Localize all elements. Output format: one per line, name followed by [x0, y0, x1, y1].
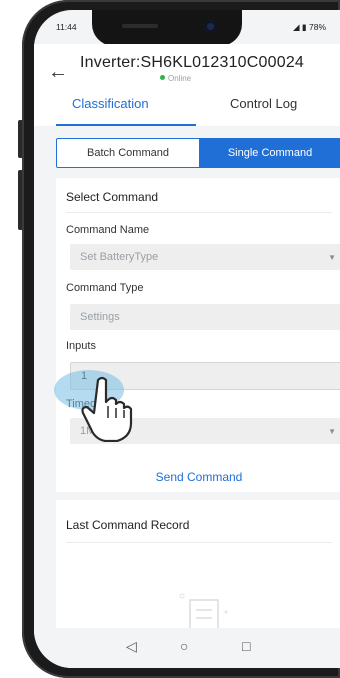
- tab-bar: Classification Control Log: [34, 96, 340, 126]
- clock: 11:44: [56, 22, 77, 32]
- nav-back-icon[interactable]: ◁: [126, 638, 137, 655]
- command-type-value: Settings: [80, 311, 120, 323]
- command-name-label: Command Name: [66, 224, 150, 236]
- signal-icon: ◢: [293, 22, 300, 32]
- nav-recent-icon[interactable]: □: [242, 638, 250, 654]
- page-title: Inverter:SH6KL012310C00024: [80, 54, 305, 71]
- system-nav-bar: ◁ ○ □: [34, 628, 340, 668]
- command-name-value: Set BatteryType: [80, 251, 159, 263]
- notch: [92, 10, 242, 46]
- section-title: Select Command: [66, 190, 159, 204]
- status-online: Online: [160, 74, 191, 83]
- battery-icon: ▮: [301, 22, 307, 32]
- tap-hand-icon: [81, 376, 133, 442]
- divider: [66, 212, 332, 213]
- chevron-down-icon: ▼: [328, 427, 336, 436]
- front-camera: [204, 20, 217, 33]
- active-tab-indicator: [56, 124, 196, 126]
- tab-control-log[interactable]: Control Log: [230, 96, 297, 111]
- screen: 11:44 ◢ ▮ 78% ← Inverter:SH6KL012310C000…: [34, 10, 340, 668]
- select-command-card: Select Command Command Name Set BatteryT…: [54, 178, 340, 492]
- inputs-label: Inputs: [66, 340, 96, 352]
- online-dot-icon: [160, 75, 165, 80]
- arrow-left-icon[interactable]: ←: [48, 62, 68, 82]
- command-mode-switch: Batch Command Single Command: [56, 138, 340, 168]
- status-text: Online: [168, 74, 192, 83]
- tab-classification[interactable]: Classification: [72, 96, 149, 111]
- chevron-down-icon: ▼: [328, 253, 336, 262]
- speaker: [122, 24, 158, 28]
- command-name-select[interactable]: Set BatteryType ▼: [70, 244, 340, 270]
- batch-command-button[interactable]: Batch Command: [57, 139, 199, 167]
- command-type-label: Command Type: [66, 282, 144, 294]
- battery-indicator: ◢ ▮ 78%: [293, 22, 326, 33]
- battery-level: 78%: [308, 22, 326, 32]
- nav-home-icon[interactable]: ○: [180, 638, 188, 654]
- app-header: ← Inverter:SH6KL012310C00024 Online: [34, 44, 340, 100]
- command-type-field: Settings: [70, 304, 340, 330]
- divider: [66, 542, 332, 543]
- record-title: Last Command Record: [66, 518, 190, 532]
- send-command-button[interactable]: Send Command: [56, 470, 340, 484]
- single-command-button[interactable]: Single Command: [199, 139, 340, 167]
- phone-frame: 11:44 ◢ ▮ 78% ← Inverter:SH6KL012310C000…: [22, 0, 340, 678]
